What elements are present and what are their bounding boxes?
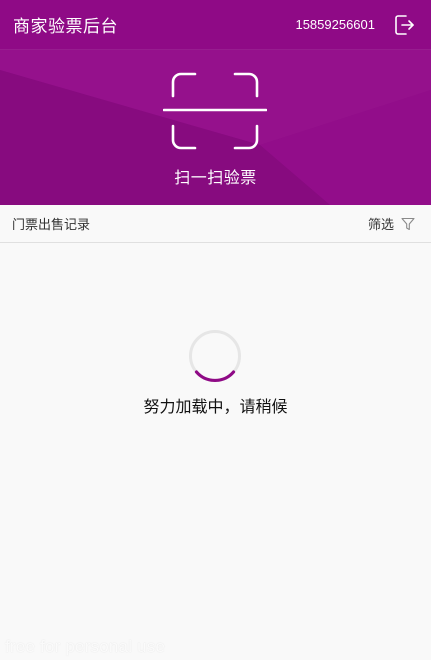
- app-title: 商家验票后台: [13, 17, 118, 37]
- loading-text: 努力加载中，请稍候: [143, 397, 288, 416]
- filter-button[interactable]: 筛选: [368, 214, 415, 233]
- filter-label: 筛选: [367, 218, 394, 233]
- records-bar: 门票出售记录 筛选: [0, 205, 431, 243]
- scan-panel: 扫一扫验票: [0, 50, 431, 205]
- logout-button[interactable]: [391, 12, 417, 38]
- user-phone: 15859256601: [295, 17, 375, 32]
- funnel-icon: [401, 217, 415, 230]
- loading-indicator: 努力加载中，请稍候: [0, 328, 431, 418]
- scan-ticket-button[interactable]: 扫一扫验票: [150, 68, 281, 193]
- records-title: 门票出售记录: [12, 218, 91, 233]
- scan-label: 扫一扫验票: [174, 168, 257, 187]
- header-right: 15859256601: [295, 12, 417, 38]
- logout-icon: [395, 14, 414, 35]
- loading-spinner-icon: [189, 330, 241, 382]
- watermark-text: free for personal use: [5, 637, 166, 656]
- app-header: 商家验票后台 15859256601: [0, 0, 431, 50]
- scan-frame-icon: [163, 72, 267, 150]
